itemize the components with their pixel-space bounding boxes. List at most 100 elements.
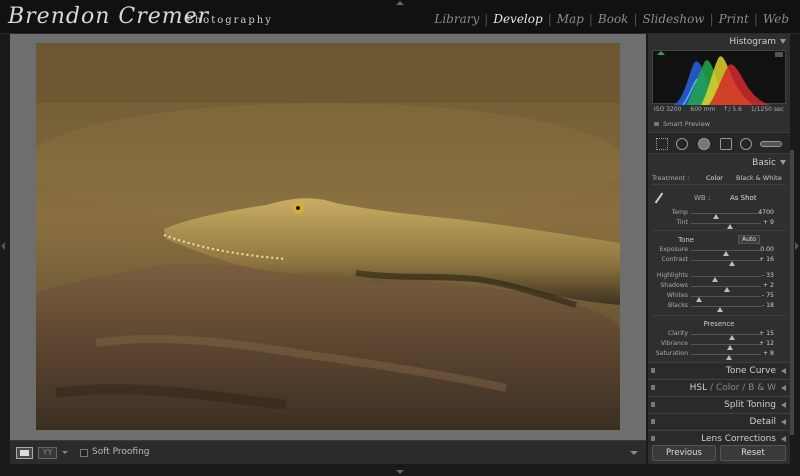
reset-button[interactable]: Reset [720,445,786,461]
hsl-panel-header[interactable]: HSL / Color / B & W [648,379,790,395]
module-map[interactable]: Map [552,12,589,26]
basic-title: Basic [752,158,776,168]
slider-value[interactable]: + 12 [759,340,774,347]
slider-track[interactable] [691,286,761,292]
slider-value[interactable]: + 16 [759,256,774,263]
slider-thumb[interactable] [728,261,735,266]
histogram-title: Histogram [729,37,776,47]
eyedropper-icon[interactable] [654,192,664,204]
view-options-chevron-down-icon[interactable] [62,451,68,454]
auto-tone-button[interactable]: Auto [738,235,760,244]
treatment-label: Treatment : [652,174,690,182]
slider-label: Tint [676,219,688,226]
slider-track[interactable] [691,213,761,219]
tone-curve-panel-header[interactable]: Tone Curve [648,362,790,378]
histogram-header[interactable]: Histogram [648,35,790,49]
top-bar: Brendon Cremer Photography Library | Deve… [0,0,800,34]
collapse-triangle-icon [780,160,786,165]
slider-value[interactable]: 4700 [758,209,774,216]
treatment-bw-option[interactable]: Black & White [736,174,782,182]
lens-corrections-title: Lens Corrections [701,434,776,444]
right-panel: Histogram ISO 3200 600 mm f / 5.6 1/1250… [648,34,790,464]
previous-button[interactable]: Previous [652,445,716,461]
divider [652,184,786,185]
presence-label: Presence [703,320,735,328]
crop-tool-icon[interactable] [656,138,668,150]
crocodile-photo[interactable] [36,43,620,430]
split-toning-panel-header[interactable]: Split Toning [648,396,790,412]
image-canvas[interactable] [10,34,646,440]
treatment-color-option[interactable]: Color [706,174,723,182]
module-slideshow[interactable]: Slideshow [638,12,710,26]
photo-illustration [36,43,620,430]
radial-filter-tool-icon[interactable] [740,138,752,150]
soft-proofing-checkbox[interactable] [80,449,88,457]
module-web[interactable]: Web [758,12,794,26]
slider-track[interactable] [691,223,761,229]
slider-track[interactable] [691,296,761,302]
slider-track[interactable] [691,334,761,340]
panel-switch-icon[interactable] [651,436,655,441]
panel-switch-icon[interactable] [651,385,655,390]
slider-label: Clarity [667,330,688,337]
module-develop[interactable]: Develop [488,12,547,26]
panel-switch-icon[interactable] [651,402,655,407]
slider-value[interactable]: + 15 [759,330,774,337]
divider [652,315,786,316]
right-panel-scrollbar[interactable] [790,150,794,435]
top-panel-toggle-icon[interactable] [396,1,404,5]
panel-switch-icon[interactable] [651,368,655,373]
graduated-filter-tool-icon[interactable] [720,138,732,150]
focal-length: 600 mm [690,106,716,113]
slider-label: Shadows [660,282,688,289]
slider-value[interactable]: + 2 [763,282,774,289]
left-panel-toggle-icon[interactable] [1,242,5,250]
slider-value[interactable]: + 8 [763,350,774,357]
right-panel-toggle-icon[interactable] [795,242,799,250]
bw-tab[interactable]: B & W [748,383,776,393]
detail-panel-header[interactable]: Detail [648,413,790,429]
slider-value[interactable]: - 75 [762,292,774,299]
divider [652,230,786,231]
slider-thumb[interactable] [716,307,723,312]
slider-thumb[interactable] [725,355,732,360]
slider-value[interactable]: 0.00 [760,246,774,253]
split-toning-title: Split Toning [724,400,776,410]
slider-value[interactable]: - 18 [762,302,774,309]
histogram-graph[interactable] [652,50,786,106]
spot-removal-tool-icon[interactable] [676,138,688,150]
expand-triangle-icon [781,402,786,408]
slider-value[interactable]: - 33 [762,272,774,279]
module-library[interactable]: Library [429,12,484,26]
slider-label: Exposure [659,246,688,253]
treatment-row: Treatment : Color Black & White [652,174,786,182]
module-book[interactable]: Book [593,12,634,26]
toolbar-menu-chevron-down-icon[interactable] [630,451,638,455]
red-eye-tool-icon[interactable] [698,138,710,150]
slider-track[interactable] [691,344,761,350]
loupe-view-icon[interactable] [16,447,33,459]
slider-track[interactable] [691,260,761,266]
smart-preview-status[interactable]: Smart Preview [654,120,710,128]
before-after-button[interactable]: YY [38,447,57,459]
color-tab[interactable]: Color [716,383,740,393]
exif-info: ISO 3200 600 mm f / 5.6 1/1250 sec [654,106,784,113]
panel-switch-icon[interactable] [651,419,655,424]
wb-value-select[interactable]: As Shot [730,194,757,202]
hsl-tab[interactable]: HSL [690,383,708,393]
adjustment-brush-tool-icon[interactable] [760,141,782,147]
slider-track[interactable] [691,276,761,282]
slider-thumb[interactable] [727,224,734,229]
slider-track[interactable] [691,354,761,360]
tone-label: Tone [678,236,694,244]
slider-row-whites: Whites - 75 [648,292,790,302]
slider-value[interactable]: + 9 [763,219,774,226]
module-print[interactable]: Print [714,12,754,26]
collapse-triangle-icon [780,39,786,44]
slider-track[interactable] [691,250,761,256]
slider-track[interactable] [691,306,761,312]
soft-proofing-label: Soft Proofing [92,447,150,457]
basic-header[interactable]: Basic [648,156,790,170]
expand-triangle-icon [781,385,786,391]
filmstrip-toggle-icon[interactable] [396,470,404,474]
